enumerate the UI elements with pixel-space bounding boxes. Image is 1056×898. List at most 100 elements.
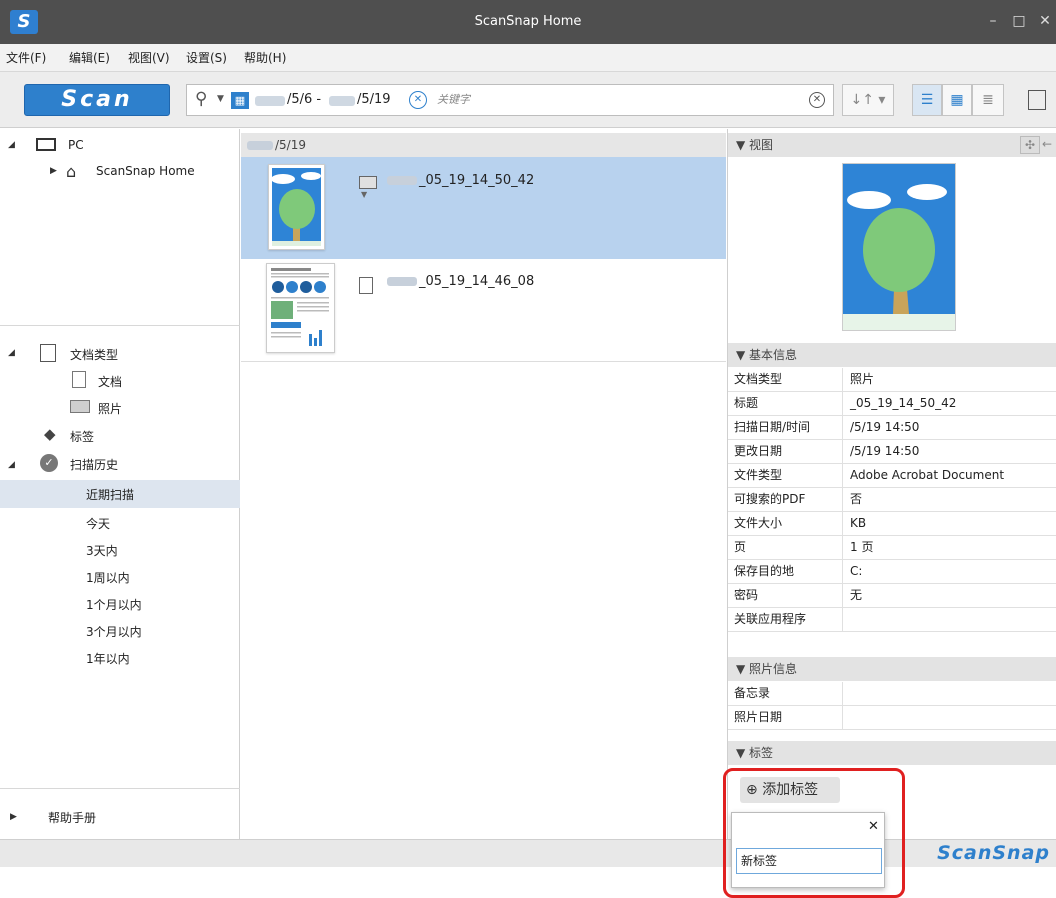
basic-info-header[interactable]: ▼ 基本信息 <box>728 343 1056 367</box>
history-1-week[interactable]: 1周以内 <box>86 569 130 586</box>
tag-section-header[interactable]: ▼ 标签 <box>728 741 1056 765</box>
history-1-month[interactable]: 1个月以内 <box>86 596 142 613</box>
highlight-annotation-box <box>723 768 905 898</box>
history-recent[interactable]: 近期扫描 <box>86 486 134 503</box>
property-value[interactable]: 否 <box>850 488 862 511</box>
property-row: 标题 _05_19_14_50_42 <box>728 392 1056 416</box>
search-icon[interactable]: ⚲ <box>195 89 207 109</box>
date-group-label: /5/19 <box>275 138 306 152</box>
chevron-down-icon[interactable]: ▼ <box>217 94 224 104</box>
close-button[interactable]: ✕ <box>1036 12 1054 30</box>
file-row[interactable]: ▼ _05_19_14_50_42 <box>241 157 726 259</box>
column-divider <box>842 584 843 607</box>
thumbnail-view-button[interactable]: ▦ <box>942 84 972 116</box>
tree-item-photo[interactable]: 照片 <box>98 400 122 417</box>
chevron-down-icon[interactable]: ▼ <box>361 190 367 199</box>
property-value[interactable]: KB <box>850 512 866 535</box>
date-group-header: /5/19 <box>241 133 726 157</box>
property-row: 关联应用程序 <box>728 608 1056 632</box>
property-value[interactable]: 1 页 <box>850 536 873 559</box>
property-key: 标题 <box>734 396 759 410</box>
calendar-icon[interactable]: ▦ <box>231 92 249 109</box>
search-box[interactable]: ⚲ ▼ ▦ /5/6 - /5/19 ✕ 关键字 ✕ <box>186 84 834 116</box>
scan-button[interactable]: Scan <box>24 84 170 116</box>
blurred-year <box>329 96 355 106</box>
fit-arrow-icon[interactable]: ← <box>1042 136 1056 154</box>
property-row: 文件大小 KB <box>728 512 1056 536</box>
tree-item-help-manual[interactable]: 帮助手册 <box>48 809 96 826</box>
clear-date-icon[interactable]: ✕ <box>409 91 427 109</box>
document-icon <box>72 371 86 388</box>
history-1-year[interactable]: 1年以内 <box>86 650 130 667</box>
left-pane-locations: ◢ PC ▶ ⌂ ScanSnap Home <box>0 129 240 325</box>
property-value[interactable]: C: <box>850 560 862 583</box>
sort-button[interactable]: ↓↑ ▾ <box>842 84 894 116</box>
column-divider <box>842 368 843 391</box>
maximize-button[interactable]: □ <box>1010 12 1028 30</box>
sort-icon: ↓↑ ▾ <box>850 92 886 108</box>
divider <box>0 788 240 789</box>
title-bar: S ScanSnap Home – □ ✕ <box>0 0 1056 44</box>
history-3-days[interactable]: 3天内 <box>86 542 118 559</box>
column-divider <box>842 416 843 439</box>
property-value[interactable]: Adobe Acrobat Document <box>850 464 1004 487</box>
property-value[interactable]: /5/19 14:50 <box>850 440 919 463</box>
photo-thumbnail[interactable] <box>268 164 325 250</box>
panel-toggle-icon[interactable] <box>1028 90 1046 110</box>
property-row: 文件类型 Adobe Acrobat Document <box>728 464 1056 488</box>
collapse-triangle-icon[interactable]: ▶ <box>10 812 17 822</box>
expand-triangle-icon[interactable]: ◢ <box>8 348 15 358</box>
keyword-input[interactable]: 关键字 <box>437 85 470 115</box>
clear-search-icon[interactable]: ✕ <box>809 92 825 108</box>
window-title: ScanSnap Home <box>474 14 582 29</box>
menu-settings[interactable]: 设置(S) <box>186 44 227 72</box>
photo-icon <box>70 400 90 413</box>
minimize-button[interactable]: – <box>984 12 1002 30</box>
property-row: 可搜索的PDF 否 <box>728 488 1056 512</box>
column-divider <box>842 464 843 487</box>
photo-info-header[interactable]: ▼ 照片信息 <box>728 657 1056 681</box>
file-name-text: _05_19_14_50_42 <box>419 173 535 188</box>
property-key: 关联应用程序 <box>734 612 807 626</box>
tree-item-tag[interactable]: 标签 <box>70 428 94 445</box>
blurred-year <box>255 96 285 106</box>
date-to: /5/19 <box>357 92 391 107</box>
property-row: 备忘录 <box>728 682 1056 706</box>
file-name[interactable]: _05_19_14_46_08 <box>387 274 534 289</box>
tree-item-document[interactable]: 文档 <box>98 373 122 390</box>
property-value[interactable]: 无 <box>850 584 862 607</box>
collapse-triangle-icon[interactable]: ▶ <box>50 166 57 176</box>
menu-edit[interactable]: 编辑(E) <box>69 44 110 72</box>
property-value[interactable]: 照片 <box>850 368 874 391</box>
file-name[interactable]: _05_19_14_50_42 <box>387 173 534 188</box>
tree-item-doc-type[interactable]: 文档类型 <box>70 346 118 363</box>
property-value[interactable]: _05_19_14_50_42 <box>850 392 956 415</box>
detail-view-button[interactable]: ≣ <box>972 84 1004 116</box>
document-thumbnail[interactable] <box>266 263 335 353</box>
history-today[interactable]: 今天 <box>86 515 110 532</box>
property-key: 页 <box>734 540 747 554</box>
file-row[interactable]: _05_19_14_46_08 <box>241 259 726 362</box>
history-3-months[interactable]: 3个月以内 <box>86 623 142 640</box>
tree-item-pc[interactable]: PC <box>68 138 84 152</box>
menu-view[interactable]: 视图(V) <box>128 44 170 72</box>
property-key: 密码 <box>734 588 759 602</box>
menu-help[interactable]: 帮助(H) <box>244 44 286 72</box>
list-view-button[interactable]: ☰ <box>912 84 942 116</box>
tree-item-scansnap-home[interactable]: ScanSnap Home <box>96 164 195 178</box>
view-section-title: ▼ 视图 <box>736 138 774 152</box>
pc-icon <box>36 138 56 151</box>
tree-item-history[interactable]: 扫描历史 <box>70 456 118 473</box>
tag-icon: ◆ <box>44 425 56 443</box>
property-value[interactable]: /5/19 14:50 <box>850 416 919 439</box>
column-divider <box>842 392 843 415</box>
menu-file[interactable]: 文件(F) <box>6 44 46 72</box>
expand-triangle-icon[interactable]: ◢ <box>8 140 15 150</box>
file-name-text: _05_19_14_46_08 <box>419 274 535 289</box>
left-pane-filters: ◢ 文档类型 文档 照片 ◆ 标签 ◢ ✓ 扫描历史 近期扫描 今天 3天内 1… <box>0 325 240 839</box>
property-key: 扫描日期/时间 <box>734 420 811 434</box>
expand-triangle-icon[interactable]: ◢ <box>8 460 15 470</box>
view-section-header[interactable]: ▼ 视图 ✣ ← <box>728 133 1056 157</box>
move-icon[interactable]: ✣ <box>1020 136 1040 154</box>
detail-view-icon: ≣ <box>982 92 994 108</box>
